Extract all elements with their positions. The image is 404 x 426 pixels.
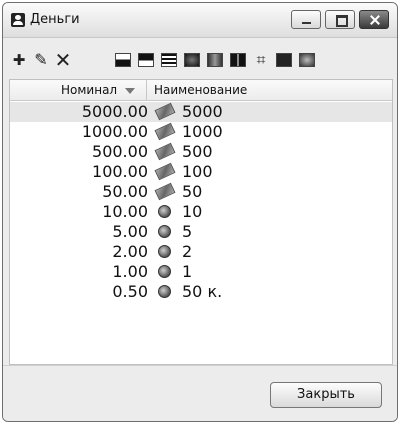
style-swatch-9[interactable] (299, 53, 315, 67)
table-row[interactable]: 5000.00 5000 (10, 102, 392, 122)
maximize-button[interactable] (325, 10, 355, 29)
sort-descending-icon (125, 88, 135, 94)
name-cell: 5000 (182, 102, 223, 121)
window-controls (291, 10, 389, 29)
nominal-cell: 1.00 (112, 262, 148, 281)
coin-icon (156, 205, 176, 219)
name-cell: 5 (182, 222, 193, 241)
table-row[interactable]: 1000.00 1000 (10, 122, 392, 142)
column-header-nominal[interactable]: Номинал (10, 80, 147, 100)
money-window: Деньги ✚ ✎ ✕ ⌗ Номинал Наименование 5000… (2, 2, 398, 422)
coin-icon (156, 285, 176, 299)
name-cell: 50 к. (182, 282, 223, 301)
name-cell: 1 (182, 262, 193, 281)
name-cell: 50 (182, 182, 203, 201)
style-swatch-4[interactable] (184, 53, 200, 67)
table-row[interactable]: 1.00 1 (10, 262, 392, 282)
table-row[interactable]: 50.00 50 (10, 182, 392, 202)
money-table[interactable]: Номинал Наименование 5000.00 5000 1000.00 1… (9, 79, 393, 365)
edit-icon[interactable]: ✎ (33, 52, 49, 68)
minimize-button[interactable] (291, 10, 321, 29)
table-row[interactable]: 2.00 2 (10, 242, 392, 262)
title-bar[interactable]: Деньги (3, 3, 397, 38)
name-cell: 2 (182, 242, 193, 261)
style-swatch-2[interactable] (138, 53, 154, 67)
banknote-icon (154, 102, 176, 121)
banknote-icon (154, 162, 176, 181)
nominal-cell: 50.00 (102, 182, 148, 201)
table-row[interactable]: 100.00 100 (10, 162, 392, 182)
user-icon (11, 13, 25, 27)
delete-icon[interactable]: ✕ (55, 50, 72, 70)
add-icon[interactable]: ✚ (11, 52, 27, 68)
coin-icon (156, 245, 176, 259)
style-swatch-1[interactable] (115, 53, 131, 67)
style-swatch-7[interactable]: ⌗ (253, 52, 269, 68)
style-swatch-3[interactable] (161, 53, 177, 67)
table-row[interactable]: 0.50 50 к. (10, 282, 392, 302)
nominal-cell: 2.00 (112, 242, 148, 261)
nominal-cell: 0.50 (112, 282, 148, 301)
table-row[interactable]: 5.00 5 (10, 222, 392, 242)
style-swatch-5[interactable] (207, 53, 223, 67)
table-row[interactable]: 500.00 500 (10, 142, 392, 162)
nominal-cell: 500.00 (92, 142, 148, 161)
nominal-cell: 5000.00 (81, 102, 148, 121)
table-row[interactable]: 10.00 10 (10, 202, 392, 222)
name-cell: 1000 (182, 122, 223, 141)
footer: Закрыть (3, 365, 397, 421)
window-title: Деньги (30, 12, 80, 27)
banknote-icon (154, 142, 176, 161)
close-button[interactable]: Закрыть (270, 382, 382, 408)
banknote-icon (154, 122, 176, 141)
coin-icon (156, 225, 176, 239)
style-swatch-6[interactable] (230, 53, 246, 67)
style-swatch-8[interactable] (276, 53, 292, 67)
nominal-cell: 10.00 (102, 202, 148, 221)
toolbar: ✚ ✎ ✕ ⌗ (3, 38, 397, 78)
name-cell: 100 (182, 162, 213, 181)
nominal-cell: 1000.00 (81, 122, 148, 141)
name-cell: 500 (182, 142, 213, 161)
nominal-cell: 5.00 (112, 222, 148, 241)
nominal-cell: 100.00 (92, 162, 148, 181)
table-header: Номинал Наименование (10, 80, 392, 101)
name-cell: 10 (182, 202, 203, 221)
banknote-icon (154, 182, 176, 201)
close-window-button[interactable] (359, 10, 389, 29)
column-header-name[interactable]: Наименование (154, 83, 247, 97)
coin-icon (156, 265, 176, 279)
